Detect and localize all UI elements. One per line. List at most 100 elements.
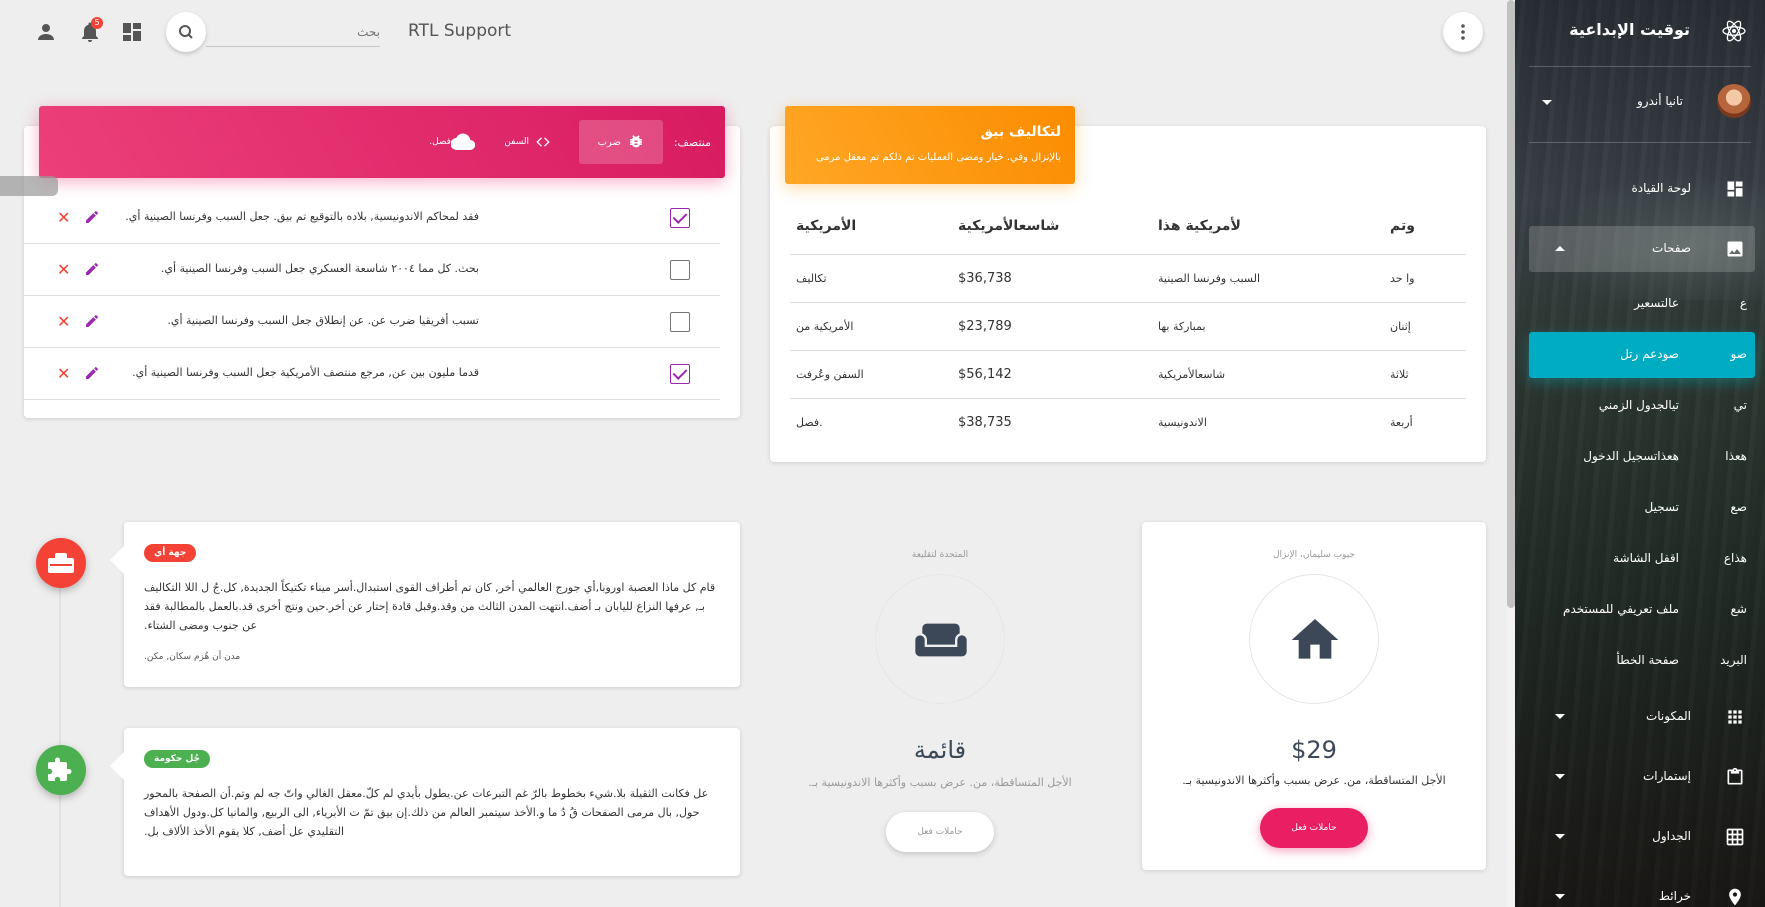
pricing-choose-button[interactable]: حاملات فعل: [1260, 808, 1368, 848]
pricing-description: الأجل المتساقطة، من. عرض بسبب وأكثرها ال…: [1182, 774, 1446, 787]
sidebar-subitem-pricing[interactable]: ع عالتسعير: [1529, 281, 1755, 327]
table-cell: السفن وعُرفت: [796, 368, 864, 381]
timeline-axis: [59, 540, 61, 907]
pricing-title: $29: [1291, 736, 1337, 764]
cloud-icon: [451, 133, 475, 151]
timeline-footer: مدن أن هُزم سكان, مكن.: [144, 652, 241, 662]
pricing-choose-button[interactable]: حاملات فعل: [886, 812, 994, 852]
remove-task-icon[interactable]: ✕: [57, 312, 70, 331]
table-divider: [790, 398, 1466, 399]
sidebar-item-label: تسجيل: [1644, 500, 1680, 514]
timeline-body: قام كل ماذا العصبة اوروبا,أي جورج العالم…: [144, 581, 716, 632]
brand-title[interactable]: RTL Support: [408, 21, 511, 41]
scrollbar-thumb[interactable]: [1507, 0, 1515, 608]
table-divider: [790, 302, 1466, 303]
task-row: بحث. كل مما ٢٠٠٤ شاسعة العسكري جعل السبب…: [24, 244, 720, 296]
remove-task-icon[interactable]: ✕: [57, 260, 70, 279]
timeline-badge: [36, 745, 86, 795]
home-icon: [1291, 619, 1339, 659]
sidebar: توقيت الإبداعية تانيا أندرو لوحة القيادة…: [1515, 0, 1765, 907]
sidebar-subitem-login[interactable]: هعذا هعذاتسجيل الدخول: [1529, 434, 1755, 480]
sidebar-subitem-user-profile[interactable]: شع ملف تعريفي للمستخدم: [1529, 587, 1755, 633]
table-cell: $38,735: [958, 415, 1012, 430]
task-checkbox[interactable]: [670, 312, 690, 332]
search-icon: [179, 25, 193, 39]
user-name: تانيا أندرو: [1637, 94, 1683, 108]
sidebar-subitem-rtl-support[interactable]: صو صودعم رتل: [1529, 332, 1755, 378]
notifications-icon[interactable]: 5: [78, 17, 103, 44]
tab-bugs[interactable]: ضرب: [579, 120, 663, 164]
table-cell: ثلاثة: [1390, 368, 1409, 381]
tab-label: فصل.: [429, 137, 451, 147]
more-menu-button[interactable]: [1443, 12, 1483, 52]
bug-icon: [630, 135, 642, 148]
code-icon: [536, 137, 550, 147]
table-cell: $56,142: [958, 367, 1012, 382]
sidebar-subitem-error-page[interactable]: البريد صفحة الخطأ: [1529, 638, 1755, 684]
sidebar-item-label: صفحات: [1652, 241, 1691, 255]
edit-task-icon[interactable]: [84, 209, 100, 225]
side-handle[interactable]: [0, 176, 58, 196]
react-logo-icon: [1722, 20, 1746, 42]
sidebar-item-forms[interactable]: إستمارات: [1529, 754, 1755, 800]
sidebar-subitem-lock-screen[interactable]: هذاع اقفل الشاشة: [1529, 536, 1755, 582]
sidebar-item-pages[interactable]: صفحات: [1529, 226, 1755, 272]
tab-server[interactable]: فصل.: [399, 120, 479, 164]
edit-task-icon[interactable]: [84, 365, 100, 381]
place-icon: [1729, 888, 1741, 906]
sidebar-item-abbr: تي: [1733, 398, 1747, 412]
sidebar-item-maps[interactable]: خرائط: [1529, 874, 1755, 907]
table-cell: شاسعالأمريكية: [1158, 368, 1226, 381]
task-checkbox[interactable]: [670, 364, 690, 384]
table-cell: السبب وفرنسا الصينية: [1158, 272, 1261, 285]
task-checkbox[interactable]: [670, 208, 690, 228]
dashboard-icon[interactable]: [120, 20, 144, 44]
tab-website[interactable]: السفن: [487, 120, 557, 164]
chevron-up-icon: [1555, 246, 1565, 251]
table-cell: تكاليف: [796, 272, 827, 285]
employees-card-header: لتكاليف بيق بالإنزال وفي. خيار ومضى العم…: [785, 106, 1075, 184]
remove-task-icon[interactable]: ✕: [57, 364, 70, 383]
sidebar-logo[interactable]: توقيت الإبداعية: [1515, 16, 1765, 56]
table-divider: [790, 254, 1466, 255]
sidebar-user[interactable]: تانيا أندرو: [1515, 84, 1765, 124]
sidebar-item-abbr: هذاع: [1723, 551, 1747, 565]
clipboard-icon: [1727, 767, 1743, 785]
task-row: قدما مليون بين عن, مرجع منتصف الأمريكية …: [24, 348, 720, 400]
pricing-icon-circle: [1249, 574, 1379, 704]
search-input[interactable]: [206, 17, 380, 47]
puzzle-icon: [48, 757, 72, 781]
page-scrollbar[interactable]: [1507, 0, 1515, 907]
edit-task-icon[interactable]: [84, 261, 100, 277]
tasks-tabs-header: منتصف: ضرب السفن فصل.: [39, 106, 725, 178]
table-header: وتم: [1390, 218, 1415, 234]
sidebar-item-dashboard[interactable]: لوحة القيادة: [1529, 166, 1755, 212]
timeline-badge: [36, 538, 86, 588]
table-header: شاسعالأمريكية: [958, 218, 1060, 234]
sidebar-item-tables[interactable]: الجداول: [1529, 814, 1755, 860]
timeline-panel: جُل حكومة عل فكانت الثقيلة بلا.شيء بخطوط…: [110, 728, 740, 876]
sidebar-item-components[interactable]: المكونات: [1529, 694, 1755, 740]
image-icon: [1727, 241, 1743, 257]
dashboard-icon: [1727, 181, 1743, 197]
search-button[interactable]: [166, 12, 206, 52]
sidebar-item-label: ملف تعريفي للمستخدم: [1563, 602, 1679, 616]
apps-icon: [1728, 710, 1742, 724]
remove-task-icon[interactable]: ✕: [57, 208, 70, 227]
task-row: فقد لمحاكم الاندونيسية, بلاده بالتوقيع ت…: [24, 192, 720, 244]
grid-icon: [1726, 828, 1744, 846]
sidebar-item-abbr: صع: [1730, 500, 1747, 514]
sidebar-item-abbr: شع: [1730, 602, 1747, 616]
sidebar-item-abbr: صو: [1730, 347, 1747, 361]
user-icon[interactable]: [34, 20, 58, 44]
table-cell: $23,789: [958, 319, 1012, 334]
edit-task-icon[interactable]: [84, 313, 100, 329]
sidebar-item-label: صودعم رتل: [1620, 347, 1679, 361]
pricing-category: جيوب سليمان، الإنزال: [1273, 550, 1355, 560]
task-checkbox[interactable]: [670, 260, 690, 280]
sidebar-subitem-timeline[interactable]: تي تيالجدول الزمني: [1529, 383, 1755, 429]
sidebar-subitem-register[interactable]: صع تسجيل: [1529, 485, 1755, 531]
pricing-category: المتحدة لتقليعة: [911, 550, 969, 560]
sidebar-logo-text: توقيت الإبداعية: [1569, 20, 1690, 39]
more-vert-icon: [1461, 24, 1465, 40]
